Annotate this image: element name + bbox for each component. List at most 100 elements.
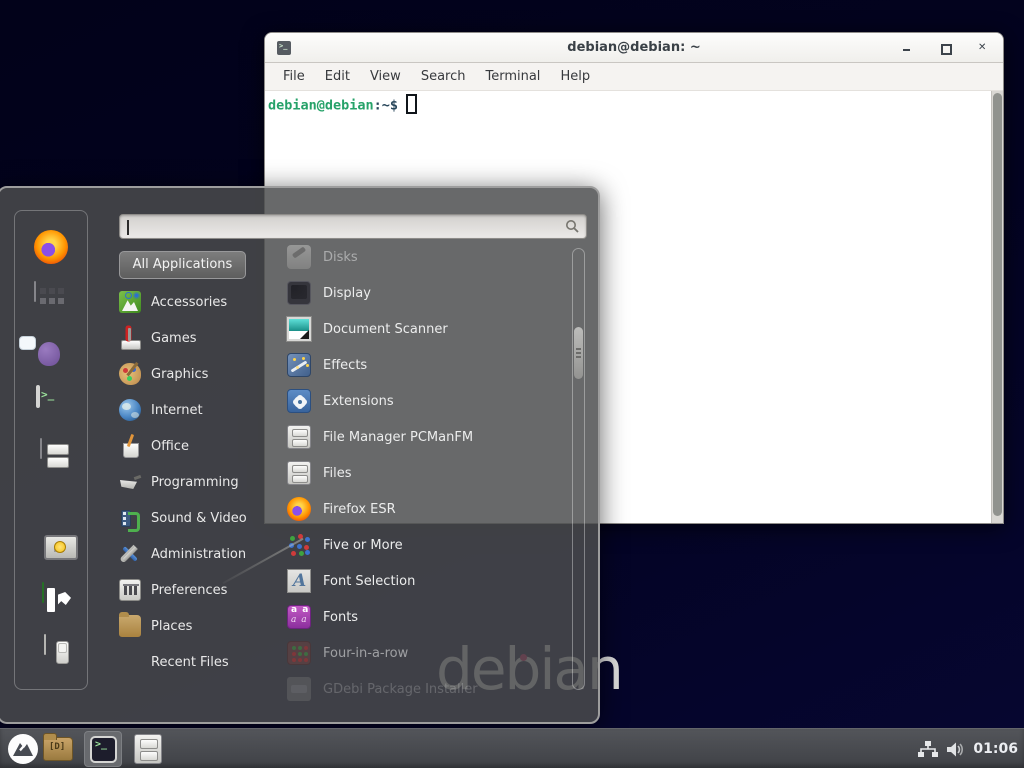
app-label: Extensions	[323, 394, 394, 409]
category-places[interactable]: Places	[119, 608, 274, 644]
category-list: Accessories Games Graphics Internet Offi…	[119, 284, 274, 680]
category-recent-files[interactable]: Recent Files	[119, 644, 274, 680]
menu-search[interactable]: Search	[411, 69, 476, 84]
gdebi-icon	[287, 677, 311, 701]
app-label: Disks	[323, 250, 358, 265]
terminal-scrollbar[interactable]	[991, 91, 1003, 523]
app-extensions[interactable]: Extensions	[287, 383, 569, 419]
app-file-manager-pcmanfm[interactable]: File Manager PCManFM	[287, 419, 569, 455]
taskbar-files-button[interactable]	[134, 734, 162, 764]
desktop: debian debian@debian: ~ File Edit View S…	[0, 0, 1024, 768]
menu-file[interactable]: File	[273, 69, 315, 84]
no-icon	[119, 651, 141, 673]
app-gdebi[interactable]: GDebi Package Installer	[287, 671, 569, 707]
menu-button[interactable]	[7, 733, 39, 765]
app-list-scrollbar[interactable]	[572, 248, 585, 690]
category-graphics[interactable]: Graphics	[119, 356, 274, 392]
prompt-user-host: debian@debian	[268, 98, 374, 114]
accessories-icon	[119, 291, 141, 313]
games-icon	[119, 327, 141, 349]
taskbar: 01:06	[0, 728, 1024, 768]
app-label: Firefox ESR	[323, 502, 396, 517]
category-accessories[interactable]: Accessories	[119, 284, 274, 320]
firefox-icon[interactable]	[34, 230, 68, 264]
maximize-button[interactable]	[939, 42, 951, 54]
terminal-cursor	[406, 94, 417, 114]
category-programming[interactable]: Programming	[119, 464, 274, 500]
control-center-icon[interactable]	[34, 281, 36, 302]
places-icon	[119, 615, 141, 637]
clock[interactable]: 01:06	[973, 741, 1020, 757]
category-label: Preferences	[151, 583, 227, 598]
disks-icon	[287, 245, 311, 269]
menu-terminal[interactable]: Terminal	[475, 69, 550, 84]
minimize-button[interactable]	[901, 42, 913, 54]
app-four-in-a-row[interactable]: Four-in-a-row	[287, 635, 569, 671]
app-display[interactable]: Display	[287, 275, 569, 311]
category-label: Programming	[151, 475, 239, 490]
app-label: File Manager PCManFM	[323, 430, 473, 445]
all-applications-button[interactable]: All Applications	[119, 251, 246, 279]
search-icon	[565, 219, 580, 234]
programming-icon	[119, 471, 141, 493]
applications-menu: All Applications Accessories Games Graph…	[0, 186, 600, 724]
display-icon	[287, 281, 311, 305]
window-controls	[901, 33, 989, 63]
menu-edit[interactable]: Edit	[315, 69, 360, 84]
terminal-titlebar[interactable]: debian@debian: ~	[265, 33, 1003, 63]
category-label: Graphics	[151, 367, 208, 382]
app-five-or-more[interactable]: Five or More	[287, 527, 569, 563]
terminal-icon	[90, 736, 117, 763]
taskbar-terminal-button[interactable]	[84, 731, 122, 767]
app-document-scanner[interactable]: Document Scanner	[287, 311, 569, 347]
menu-view[interactable]: View	[360, 69, 411, 84]
app-label: Four-in-a-row	[323, 646, 408, 661]
sound-video-icon	[119, 507, 141, 529]
app-label: Document Scanner	[323, 322, 448, 337]
menu-button-icon	[7, 733, 39, 765]
app-files[interactable]: Files	[287, 455, 569, 491]
font-selection-icon	[287, 569, 311, 593]
app-effects[interactable]: Effects	[287, 347, 569, 383]
logout-icon[interactable]	[42, 582, 44, 603]
category-label: Places	[151, 619, 192, 634]
category-preferences[interactable]: Preferences	[119, 572, 274, 608]
file-cabinet-icon	[287, 461, 311, 485]
close-button[interactable]	[977, 42, 989, 54]
app-firefox-esr[interactable]: Firefox ESR	[287, 491, 569, 527]
document-scanner-icon	[287, 317, 311, 341]
network-wired-icon[interactable]	[918, 741, 938, 758]
fonts-icon	[287, 605, 311, 629]
category-internet[interactable]: Internet	[119, 392, 274, 428]
app-font-selection[interactable]: Font Selection	[287, 563, 569, 599]
category-office[interactable]: Office	[119, 428, 274, 464]
search-box	[119, 214, 587, 239]
firefox-icon	[287, 497, 311, 521]
category-label: Recent Files	[151, 655, 229, 670]
app-label: Five or More	[323, 538, 403, 553]
category-label: Accessories	[151, 295, 227, 310]
terminal-window-title: debian@debian: ~	[265, 33, 1003, 63]
app-fonts[interactable]: Fonts	[287, 599, 569, 635]
shutdown-icon[interactable]	[44, 634, 46, 655]
administration-icon	[119, 543, 141, 565]
internet-icon	[119, 399, 141, 421]
desktop-folder-icon[interactable]	[43, 737, 73, 761]
file-cabinet-icon[interactable]	[40, 438, 42, 459]
terminal-icon[interactable]	[36, 385, 40, 408]
terminal-menubar: File Edit View Search Terminal Help	[265, 63, 1003, 91]
volume-icon[interactable]	[946, 741, 965, 758]
app-disks[interactable]: Disks	[287, 239, 569, 275]
app-label: Effects	[323, 358, 367, 373]
category-games[interactable]: Games	[119, 320, 274, 356]
app-label: Display	[323, 286, 371, 301]
category-sound-video[interactable]: Sound & Video	[119, 500, 274, 536]
app-list-scrollbar-thumb[interactable]	[574, 327, 583, 379]
menu-help[interactable]: Help	[550, 69, 600, 84]
app-label: Files	[323, 466, 352, 481]
graphics-icon	[119, 363, 141, 385]
terminal-scrollbar-thumb[interactable]	[993, 93, 1002, 516]
category-label: Sound & Video	[151, 511, 247, 526]
search-input[interactable]	[128, 216, 558, 237]
effects-icon	[287, 353, 311, 377]
